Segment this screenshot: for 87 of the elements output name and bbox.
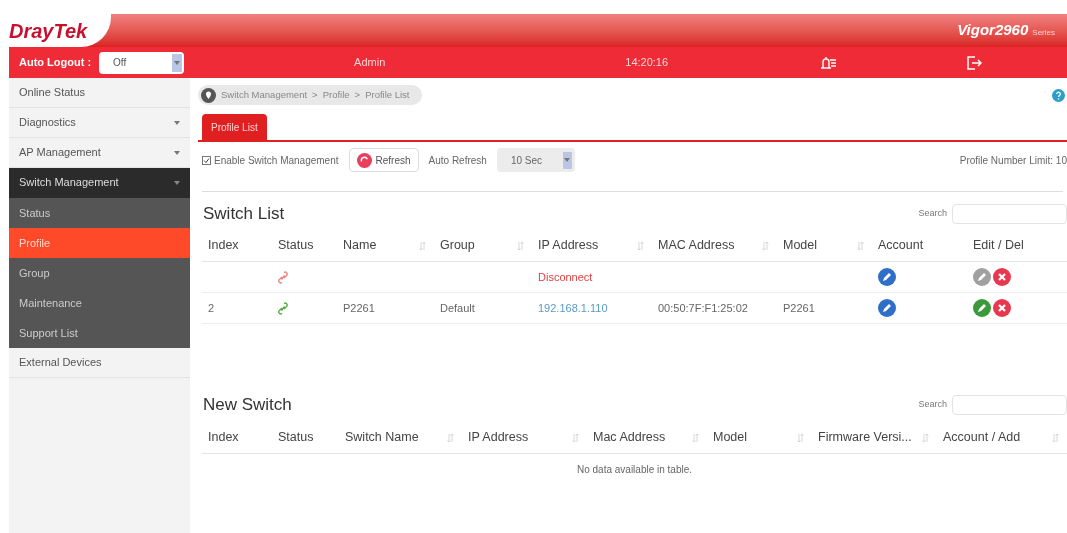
table-cell: 00:50:7F:F1:25:02 [658,301,748,314]
sidebar-item[interactable]: External Devices [9,348,190,378]
breadcrumb-item[interactable]: Profile [322,87,350,103]
sort-icon [922,432,929,443]
search-field[interactable] [952,204,1067,224]
enable-label: Enable Switch Management [214,153,339,168]
auto-logout-select[interactable]: Off [99,51,185,74]
clock-time: 14:20:16 [625,55,669,71]
column-header: Model [713,429,748,447]
search-field[interactable] [952,395,1067,415]
column-header: Index [208,429,239,447]
column-header: Status [278,429,314,447]
breadcrumb-item: > [354,87,361,102]
edit-icon[interactable] [973,268,991,286]
sort-icon [419,240,426,251]
search-label: Search [918,398,947,412]
column-header: Group [440,237,475,255]
sort-icon [1052,432,1059,443]
sort-icon [572,432,579,443]
auto-refresh-select[interactable]: 10 Sec [496,148,575,172]
model-suffix: Series [1032,27,1055,40]
caret-icon [174,60,181,65]
table-cell: Default [440,301,475,314]
table-cell: 2 [208,301,215,314]
caret-icon [174,150,180,155]
auto-logout-label: Auto Logout : [19,55,92,71]
ip-address: 192.168.1.110 [538,301,608,314]
column-header: Account / Add [943,429,1021,447]
submenu-item[interactable]: Maintenance [9,288,190,318]
submenu-item[interactable]: Group [9,258,190,288]
caret-icon [564,158,571,162]
submenu-item[interactable]: Support List [9,318,190,348]
column-header: Firmware Versi... [818,429,912,447]
submenu-item[interactable]: Status [9,198,190,228]
logout-icon[interactable] [966,55,983,70]
delete-icon[interactable] [993,299,1011,317]
user-name: Admin [354,55,386,71]
location-pin-icon [201,87,216,103]
column-header: Edit / Del [973,237,1024,255]
sidebar-item[interactable]: Diagnostics [9,108,190,138]
column-header: IP Address [468,429,529,447]
sort-icon [692,432,699,443]
ip-address: Disconnect [538,270,593,283]
auto-refresh-label: Auto Refresh [428,153,487,168]
account-edit-icon[interactable] [878,299,896,317]
sidebar-item[interactable]: Switch Management [9,168,190,198]
breadcrumb-item[interactable]: Switch Management [221,87,308,103]
column-header: Index [208,237,239,255]
sort-icon [857,240,864,251]
refresh-icon [356,152,372,168]
section-title: Switch List [203,203,285,226]
column-header: Model [783,237,818,255]
enable-checkbox[interactable] [202,155,211,165]
sort-icon [762,240,769,251]
column-header: MAC Address [658,237,735,255]
section-title: New Switch [203,394,292,417]
help-icon[interactable] [1052,88,1065,102]
column-header: Account [878,237,924,255]
checkmark-icon [203,156,210,164]
account-edit-icon[interactable] [878,268,896,286]
caret-icon [174,120,180,125]
submenu-item[interactable]: Profile [9,228,190,258]
empty-table-message: No data available in table. [576,462,693,477]
column-header: Mac Address [593,429,666,447]
column-header: Switch Name [345,429,419,447]
breadcrumb-item[interactable]: Profile List [365,87,410,103]
sort-icon [517,240,524,251]
table-cell: P2261 [783,301,815,314]
brand-logo: DrayTek [9,18,88,44]
edit-icon[interactable] [973,299,991,317]
breadcrumb-item: > [312,87,318,102]
sort-icon [447,432,454,443]
profile-limit: Profile Number Limit: 10 [959,153,1067,168]
caret-icon [174,180,180,185]
search-label: Search [918,207,947,221]
sort-icon [637,240,644,251]
column-header: Name [343,237,377,255]
table-cell: P2261 [343,301,375,314]
sidebar-item[interactable]: Online Status [9,78,190,108]
sort-icon [797,432,804,443]
bell-icon[interactable] [818,54,839,71]
refresh-button[interactable]: Refresh [348,148,419,172]
delete-icon[interactable] [993,268,1011,286]
column-header: Status [278,237,314,255]
model-name: Vigor2960 [957,20,1029,41]
tab[interactable]: Profile List [202,114,267,140]
column-header: IP Address [538,237,599,255]
